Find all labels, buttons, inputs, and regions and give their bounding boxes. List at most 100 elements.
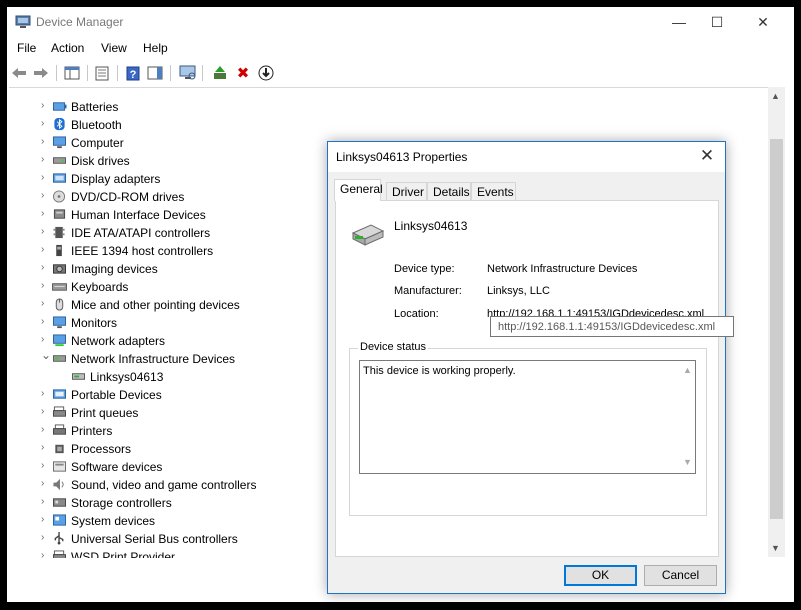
- forward-arrow-icon: [34, 68, 48, 78]
- tree-category[interactable]: › Software devices: [9, 458, 309, 476]
- tree-category[interactable]: › Monitors: [9, 314, 309, 332]
- dialog-close-button[interactable]: ✕: [697, 146, 717, 166]
- tree-category[interactable]: › Batteries: [9, 98, 309, 116]
- expand-chevron-icon[interactable]: ›: [41, 263, 51, 273]
- tree-category[interactable]: › Printers: [9, 422, 309, 440]
- ok-button[interactable]: OK: [564, 565, 637, 586]
- expand-chevron-icon[interactable]: ›: [41, 137, 51, 147]
- tab-general[interactable]: General: [334, 179, 383, 201]
- close-button[interactable]: ✕: [740, 7, 786, 38]
- tree-category[interactable]: › Mice and other pointing devices: [9, 296, 309, 314]
- tree-category[interactable]: › Display adapters: [9, 170, 309, 188]
- expand-chevron-icon[interactable]: ›: [41, 479, 51, 489]
- tree-scrollbar[interactable]: ▲ ▼: [768, 87, 785, 557]
- maximize-button[interactable]: ☐: [694, 7, 740, 38]
- expand-chevron-icon[interactable]: ›: [41, 245, 51, 255]
- tree-item-label: Disk drives: [71, 154, 130, 168]
- tree-category[interactable]: › Network adapters: [9, 332, 309, 350]
- device-status-label: Device status: [358, 341, 429, 353]
- properties-button[interactable]: [93, 64, 111, 82]
- red-x-icon: ✖: [236, 65, 250, 82]
- tree-item-label: Bluetooth: [71, 118, 122, 132]
- general-tab-panel: Linksys04613 Device type: Network Infras…: [335, 200, 719, 557]
- device-type-label: Device type:: [394, 263, 455, 275]
- expand-chevron-icon[interactable]: ›: [41, 335, 51, 345]
- menu-view[interactable]: View: [101, 41, 127, 55]
- tree-category[interactable]: › Universal Serial Bus controllers: [9, 530, 309, 548]
- scroll-down-icon[interactable]: ▼: [771, 543, 780, 553]
- expand-chevron-icon[interactable]: ›: [41, 281, 51, 291]
- menu-action[interactable]: Action: [51, 41, 84, 55]
- tree-category[interactable]: › IEEE 1394 host controllers: [9, 242, 309, 260]
- device-status-textbox[interactable]: This device is working properly. ▲ ▼: [359, 360, 696, 474]
- menu-file[interactable]: File: [17, 41, 36, 55]
- tree-category[interactable]: › Portable Devices: [9, 386, 309, 404]
- status-scroll-down-icon[interactable]: ▼: [683, 457, 692, 467]
- action-pane-button[interactable]: [146, 64, 164, 82]
- menu-help[interactable]: Help: [143, 41, 168, 55]
- tree-category[interactable]: › Bluetooth: [9, 116, 309, 134]
- expand-chevron-icon[interactable]: ›: [41, 101, 51, 111]
- tree-category[interactable]: › WSD Print Provider: [9, 548, 309, 558]
- tree-category[interactable]: › Imaging devices: [9, 260, 309, 278]
- expand-chevron-icon[interactable]: ›: [41, 119, 51, 129]
- expand-chevron-icon[interactable]: ›: [41, 551, 51, 559]
- tree-category[interactable]: › Disk drives: [9, 152, 309, 170]
- tree-item-label: Print queues: [71, 406, 139, 420]
- expand-chevron-icon[interactable]: ›: [41, 191, 51, 201]
- show-hide-console-tree-button[interactable]: [63, 64, 81, 82]
- uninstall-device-button[interactable]: ✖: [234, 64, 252, 82]
- tab-details[interactable]: Details: [427, 182, 471, 200]
- tree-category[interactable]: ⌄ Network Infrastructure Devices: [9, 349, 309, 368]
- tree-child-item[interactable]: Linksys04613: [9, 368, 309, 386]
- tree-category[interactable]: › DVD/CD-ROM drives: [9, 188, 309, 206]
- tree-item-label: DVD/CD-ROM drives: [71, 190, 185, 204]
- tree-category[interactable]: › Sound, video and game controllers: [9, 476, 309, 494]
- expand-chevron-icon[interactable]: ›: [41, 155, 51, 165]
- tree-category[interactable]: › System devices: [9, 512, 309, 530]
- tree-category[interactable]: › Storage controllers: [9, 494, 309, 512]
- expand-chevron-icon[interactable]: ›: [41, 461, 51, 471]
- tree-category[interactable]: › Print queues: [9, 404, 309, 422]
- tree-category[interactable]: › Keyboards: [9, 278, 309, 296]
- tree-category[interactable]: › IDE ATA/ATAPI controllers: [9, 224, 309, 242]
- tree-item-label: Processors: [71, 442, 132, 456]
- expand-chevron-icon[interactable]: ›: [41, 317, 51, 327]
- expand-chevron-icon[interactable]: ›: [41, 533, 51, 543]
- dialog-title-bar: Linksys04613 Properties ✕: [328, 142, 725, 172]
- update-driver-button[interactable]: [211, 64, 229, 82]
- expand-chevron-icon[interactable]: ›: [41, 389, 51, 399]
- scroll-up-icon[interactable]: ▲: [771, 91, 780, 101]
- back-button[interactable]: [10, 64, 28, 82]
- tree-item-label: Linksys04613: [90, 370, 164, 384]
- tree-category[interactable]: › Computer: [9, 134, 309, 152]
- collapse-chevron-icon[interactable]: ⌄: [41, 349, 51, 361]
- expand-chevron-icon[interactable]: ›: [41, 515, 51, 525]
- expand-chevron-icon[interactable]: ›: [41, 497, 51, 507]
- expand-chevron-icon[interactable]: ›: [41, 299, 51, 309]
- tree-item-label: Imaging devices: [71, 262, 158, 276]
- expand-chevron-icon[interactable]: ›: [41, 443, 51, 453]
- expand-chevron-icon[interactable]: ›: [41, 173, 51, 183]
- expand-chevron-icon[interactable]: ›: [41, 227, 51, 237]
- status-scrollbar[interactable]: ▲ ▼: [679, 361, 695, 473]
- help-button[interactable]: ?: [124, 64, 142, 82]
- tree-category[interactable]: › Human Interface Devices: [9, 206, 309, 224]
- action-pane-icon: [147, 66, 163, 80]
- expand-chevron-icon[interactable]: ›: [41, 407, 51, 417]
- scroll-thumb[interactable]: [770, 139, 783, 519]
- expand-chevron-icon[interactable]: ›: [41, 425, 51, 435]
- tree-item-label: Network Infrastructure Devices: [71, 352, 236, 366]
- expand-chevron-icon[interactable]: ›: [41, 209, 51, 219]
- tab-driver[interactable]: Driver: [386, 182, 427, 200]
- forward-button[interactable]: [32, 64, 50, 82]
- print-queue-icon: [53, 406, 66, 417]
- enable-device-button[interactable]: [257, 64, 275, 82]
- scan-hardware-button[interactable]: [179, 64, 197, 82]
- tab-events[interactable]: Events: [471, 182, 516, 200]
- tree-item-label: Network adapters: [71, 334, 166, 348]
- cancel-button[interactable]: Cancel: [644, 565, 717, 586]
- status-scroll-up-icon[interactable]: ▲: [683, 365, 692, 375]
- tree-category[interactable]: › Processors: [9, 440, 309, 458]
- printer-icon: [53, 424, 66, 435]
